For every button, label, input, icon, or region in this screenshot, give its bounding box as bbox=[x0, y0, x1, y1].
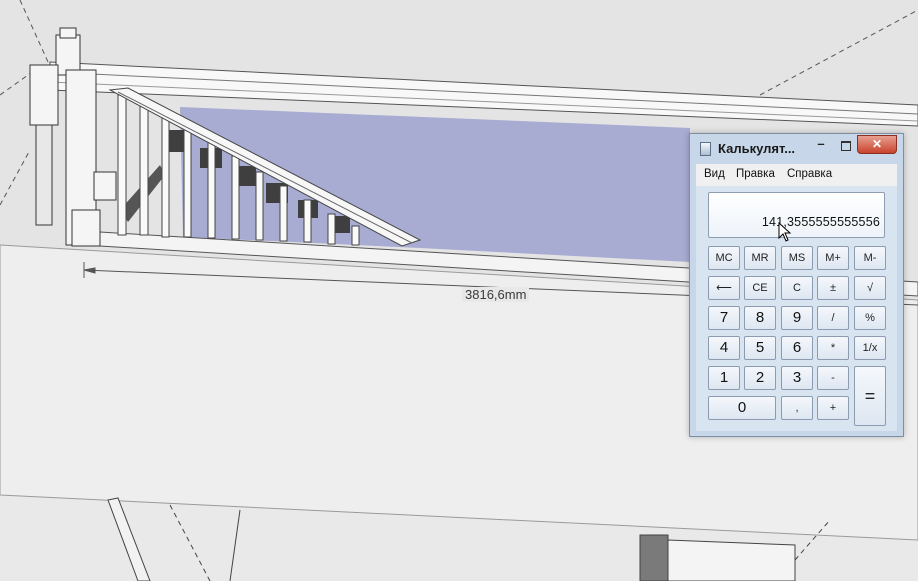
calculator-titlebar[interactable]: Калькулят... – ✕ bbox=[690, 134, 903, 163]
mouse-cursor-icon bbox=[778, 221, 792, 242]
digit-6-button[interactable]: 6 bbox=[781, 336, 813, 360]
window-title: Калькулят... bbox=[718, 141, 796, 156]
digit-9-button[interactable]: 9 bbox=[781, 306, 813, 330]
menu-help[interactable]: Справка bbox=[787, 168, 832, 180]
ms-button[interactable]: MS bbox=[781, 246, 813, 270]
clear-button[interactable]: C bbox=[781, 276, 813, 300]
minus-button[interactable]: - bbox=[817, 366, 849, 390]
dimension-label: 3816,6mm bbox=[462, 287, 530, 302]
digit-0-button[interactable]: 0 bbox=[708, 396, 776, 420]
digit-7-button[interactable]: 7 bbox=[708, 306, 740, 330]
calculator-window[interactable]: Калькулят... – ✕ Вид Правка Справка 141,… bbox=[689, 133, 904, 437]
menu-bar: Вид Правка Справка bbox=[696, 164, 897, 186]
sqrt-button[interactable]: √ bbox=[854, 276, 886, 300]
divide-button[interactable]: / bbox=[817, 306, 849, 330]
m-plus-button[interactable]: M+ bbox=[817, 246, 849, 270]
ce-button[interactable]: CE bbox=[744, 276, 776, 300]
backspace-button[interactable]: ⟵ bbox=[708, 276, 740, 300]
mr-button[interactable]: MR bbox=[744, 246, 776, 270]
percent-button[interactable]: % bbox=[854, 306, 886, 330]
digit-8-button[interactable]: 8 bbox=[744, 306, 776, 330]
plus-minus-button[interactable]: ± bbox=[817, 276, 849, 300]
digit-2-button[interactable]: 2 bbox=[744, 366, 776, 390]
calculator-app-icon bbox=[700, 142, 711, 156]
m-minus-button[interactable]: M- bbox=[854, 246, 886, 270]
digit-4-button[interactable]: 4 bbox=[708, 336, 740, 360]
digit-5-button[interactable]: 5 bbox=[744, 336, 776, 360]
minimize-button[interactable]: – bbox=[810, 137, 832, 155]
menu-view[interactable]: Вид bbox=[704, 168, 725, 180]
maximize-button[interactable] bbox=[835, 137, 857, 155]
decimal-button[interactable]: , bbox=[781, 396, 813, 420]
digit-3-button[interactable]: 3 bbox=[781, 366, 813, 390]
calculator-display: 141,3555555555556 bbox=[708, 192, 885, 242]
mc-button[interactable]: MC bbox=[708, 246, 740, 270]
plus-button[interactable]: + bbox=[817, 396, 849, 420]
digit-1-button[interactable]: 1 bbox=[708, 366, 740, 390]
equals-button[interactable]: = bbox=[854, 366, 886, 426]
reciprocal-button[interactable]: 1/x bbox=[854, 336, 886, 360]
maximize-icon bbox=[841, 141, 851, 151]
calculator-body: 141,3555555555556 MC MR MS M+ M- ⟵ CE C … bbox=[696, 186, 897, 431]
close-button[interactable]: ✕ bbox=[857, 135, 897, 154]
multiply-button[interactable]: * bbox=[817, 336, 849, 360]
menu-edit[interactable]: Правка bbox=[736, 168, 775, 180]
